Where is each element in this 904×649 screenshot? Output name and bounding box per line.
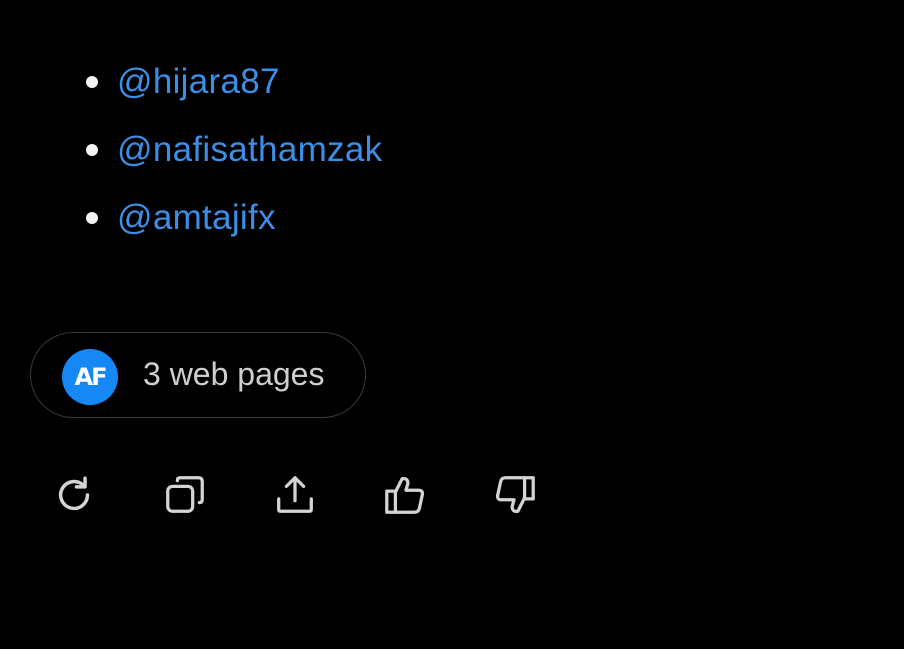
source-avatar-text: AF: [74, 363, 108, 391]
mention-link-amtajifx[interactable]: @amtajifx: [117, 198, 276, 238]
regenerate-icon: [58, 476, 90, 511]
bullet-icon: [86, 144, 98, 156]
copy-icon: [166, 476, 204, 513]
thumbs-down-button[interactable]: [490, 470, 540, 520]
action-bar: [0, 470, 600, 520]
mention-link-hijara87[interactable]: @hijara87: [117, 62, 280, 102]
bullet-icon: [86, 76, 98, 88]
source-avatar: AF: [62, 349, 118, 405]
thumbs-up-button[interactable]: [380, 470, 430, 520]
mention-link-nafisathamzak[interactable]: @nafisathamzak: [117, 130, 382, 170]
copy-button[interactable]: [160, 470, 210, 520]
share-icon: [277, 476, 313, 513]
response-panel: @hijara87 @nafisathamzak @amtajifx AF 3 …: [0, 0, 904, 649]
thumbs-up-icon: [385, 476, 425, 514]
bullet-icon: [86, 212, 98, 224]
share-button[interactable]: [270, 470, 320, 520]
thumbs-down-icon: [495, 476, 535, 514]
regenerate-button[interactable]: [50, 470, 100, 520]
sources-label: 3 web pages: [143, 356, 325, 392]
sources-button[interactable]: AF 3 web pages: [30, 332, 366, 418]
